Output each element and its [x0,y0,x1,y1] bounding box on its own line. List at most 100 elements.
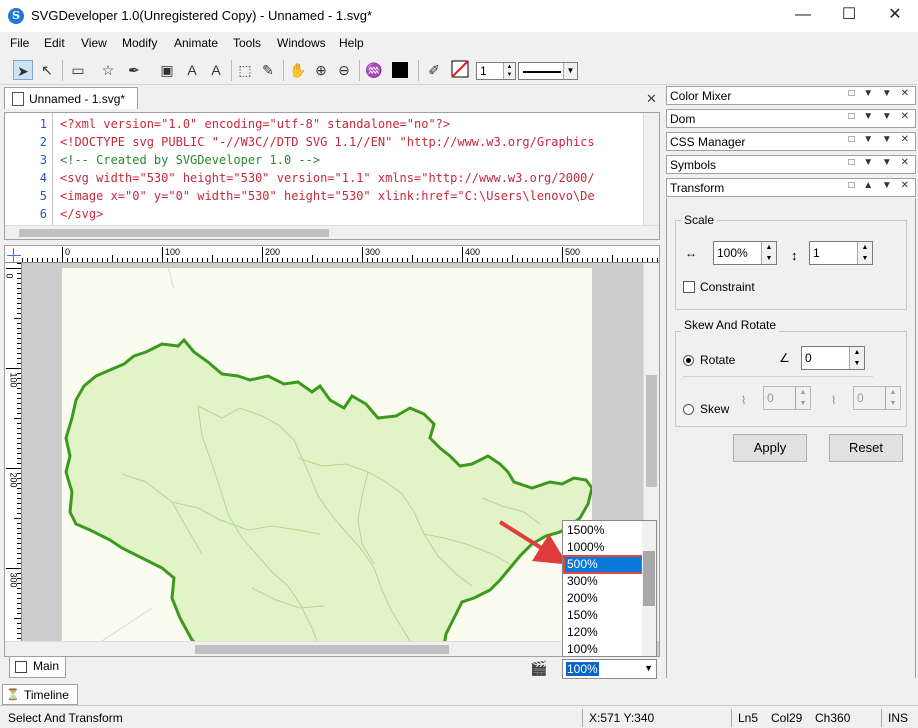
panel-symbols[interactable]: Symbols □ ▼ ▼ ✕ [666,155,916,174]
main-tab-label: Main [33,659,60,673]
stepper-arrows-icon[interactable]: ▲ ▼ [885,387,900,409]
zoom-dropdown-list[interactable]: 1500% 1000% 500% 300% 200% 150% 120% 100… [562,520,657,657]
stepper-arrows-icon[interactable]: ▲ ▼ [849,347,864,369]
svg-document-page[interactable] [62,267,594,656]
panel-controls-icon[interactable]: □ ▼ ▼ ✕ [848,88,912,99]
text-tool-icon[interactable]: A [182,60,202,80]
reset-button[interactable]: Reset [829,434,903,462]
panel-title: CSS Manager [670,135,746,149]
panel-title: Transform [670,181,725,195]
pen-tool-icon[interactable]: ✒ [124,60,144,80]
code-vertical-scrollbar[interactable] [643,113,659,225]
document-tab[interactable]: Unnamed - 1.svg* [4,87,138,109]
stepper-arrows-icon[interactable]: ▲ ▼ [761,242,776,264]
rotate-radio[interactable] [683,355,694,366]
transform-panel-body: Scale ↔ 100% ▲ ▼ ↕ 1 ▲ ▼ Constraint Skew A… [666,198,916,678]
skew-x-input[interactable]: 0 ▲ ▼ [763,386,811,410]
menu-view[interactable]: View [81,36,107,50]
scrollbar-thumb[interactable] [19,229,329,237]
hand-pan-icon[interactable]: ✋ [288,60,308,80]
skew-y-input[interactable]: 0 ▲ ▼ [853,386,901,410]
line-style-select[interactable]: ▼ [518,62,578,80]
star-tool-icon[interactable]: ☆ [98,60,118,80]
close-document-icon[interactable]: ✕ [646,91,657,107]
zoom-in-icon[interactable]: ⊕ [311,60,331,80]
toolbar-separator [231,60,232,81]
scale-y-input[interactable]: 1 ▲ ▼ [809,241,873,265]
stroke-none-icon[interactable] [450,60,470,80]
fill-color-icon[interactable] [390,60,410,80]
panel-dom[interactable]: Dom □ ▼ ▼ ✕ [666,109,916,128]
stepper-arrows-icon[interactable]: ▲ ▼ [503,63,515,79]
panel-controls-icon[interactable]: □ ▲ ▼ ✕ [848,180,912,191]
zoom-option[interactable]: 120% [564,624,642,641]
chevron-down-icon[interactable]: ▼ [644,663,653,673]
stepper-arrows-icon[interactable]: ▲ ▼ [857,242,872,264]
zoom-option-selected[interactable]: 500% [563,555,643,574]
scale-x-input[interactable]: 100% ▲ ▼ [713,241,777,265]
panel-controls-icon[interactable]: □ ▼ ▼ ✕ [848,111,912,122]
menu-help[interactable]: Help [339,36,364,50]
scale-group-label: Scale [681,213,718,227]
menu-tools[interactable]: Tools [233,36,261,50]
scrollbar-thumb[interactable] [646,375,657,487]
zoom-list-scrollbar[interactable] [642,521,656,656]
rotate-angle-input[interactable]: 0 ▲ ▼ [801,346,865,370]
annotation-arrow [498,520,568,565]
code-line: <image x="0" y="0" width="530" height="5… [60,189,595,203]
panel-css-manager[interactable]: CSS Manager □ ▼ ▼ ✕ [666,132,916,151]
menu-windows[interactable]: Windows [277,36,326,50]
maximize-button[interactable]: ☐ [826,0,872,32]
zoom-option[interactable]: 200% [564,590,642,607]
code-line: <?xml version="1.0" encoding="utf-8" sta… [60,117,451,131]
text-path-tool-icon[interactable]: A [206,60,226,80]
menu-edit[interactable]: Edit [44,36,65,50]
panel-controls-icon[interactable]: □ ▼ ▼ ✕ [848,134,912,145]
zoom-out-icon[interactable]: ⊖ [334,60,354,80]
skew-label: Skew [700,402,730,416]
panel-controls-icon[interactable]: □ ▼ ▼ ✕ [848,157,912,168]
select-arrow-icon[interactable]: ➤ [13,60,33,80]
stepper-arrows-icon[interactable]: ▲ ▼ [795,387,810,409]
main-scene-tab[interactable]: Main [9,657,66,678]
canvas-horizontal-scrollbar[interactable] [5,641,643,656]
app-icon: S [8,8,24,24]
close-button[interactable]: ✕ [872,0,918,32]
minimize-button[interactable]: — [780,0,826,32]
stroke-pen-icon[interactable]: ✐ [424,60,444,80]
panel-color-mixer[interactable]: Color Mixer □ ▼ ▼ ✕ [666,86,916,105]
zoom-option[interactable]: 300% [564,573,642,590]
clapper-icon[interactable]: 🎬 [530,660,547,677]
zoom-option[interactable]: 1000% [564,539,642,556]
scrollbar-thumb[interactable] [195,645,449,654]
status-message: Select And Transform [8,711,123,725]
transform-tool-icon[interactable]: ⬚ [235,60,255,80]
timeline-tab[interactable]: ⏳ Timeline [2,684,78,705]
stroke-width-stepper[interactable]: 1 ▲ ▼ [476,62,516,80]
image-tool-icon[interactable]: ▣ [157,60,177,80]
chevron-down-icon[interactable]: ▼ [563,63,577,79]
code-horizontal-scrollbar[interactable] [5,225,659,239]
zoom-option[interactable]: 1500% [564,522,642,539]
direct-select-icon[interactable]: ↖ [37,60,57,80]
title-bar: S SVGDeveloper 1.0(Unregistered Copy) - … [0,0,918,32]
menu-animate[interactable]: Animate [174,36,218,50]
vertical-ruler: 0 100 200 300 [5,263,22,656]
code-editor[interactable]: 1 <?xml version="1.0" encoding="utf-8" s… [4,112,660,240]
menu-modify[interactable]: Modify [122,36,157,50]
eyedropper-icon[interactable]: ✎ [258,60,278,80]
zoom-option[interactable]: 100% [564,641,642,658]
menu-file[interactable]: File [10,36,29,50]
constraint-checkbox[interactable] [683,281,695,293]
zoom-option[interactable]: 150% [564,607,642,624]
code-line: <svg width="530" height="530" version="1… [60,171,595,185]
paint-bucket-icon[interactable]: ♒ [364,60,384,80]
zoom-combobox[interactable]: 100% ▼ [562,659,657,679]
panel-transform[interactable]: Transform □ ▲ ▼ ✕ [666,178,916,197]
rectangle-tool-icon[interactable]: ▭ [68,60,88,80]
toolbar: ➤ ↖ ▭ ☆ ✒ ▣ A A ⬚ ✎ ✋ ⊕ ⊖ ♒ ✐ 1 ▲ ▼ ▼ [0,56,918,85]
apply-button[interactable]: Apply [733,434,807,462]
skew-radio[interactable] [683,404,694,415]
scrollbar-thumb[interactable] [643,551,655,606]
status-bar: Select And Transform X:571 Y:340 Ln5 Col… [0,705,918,728]
